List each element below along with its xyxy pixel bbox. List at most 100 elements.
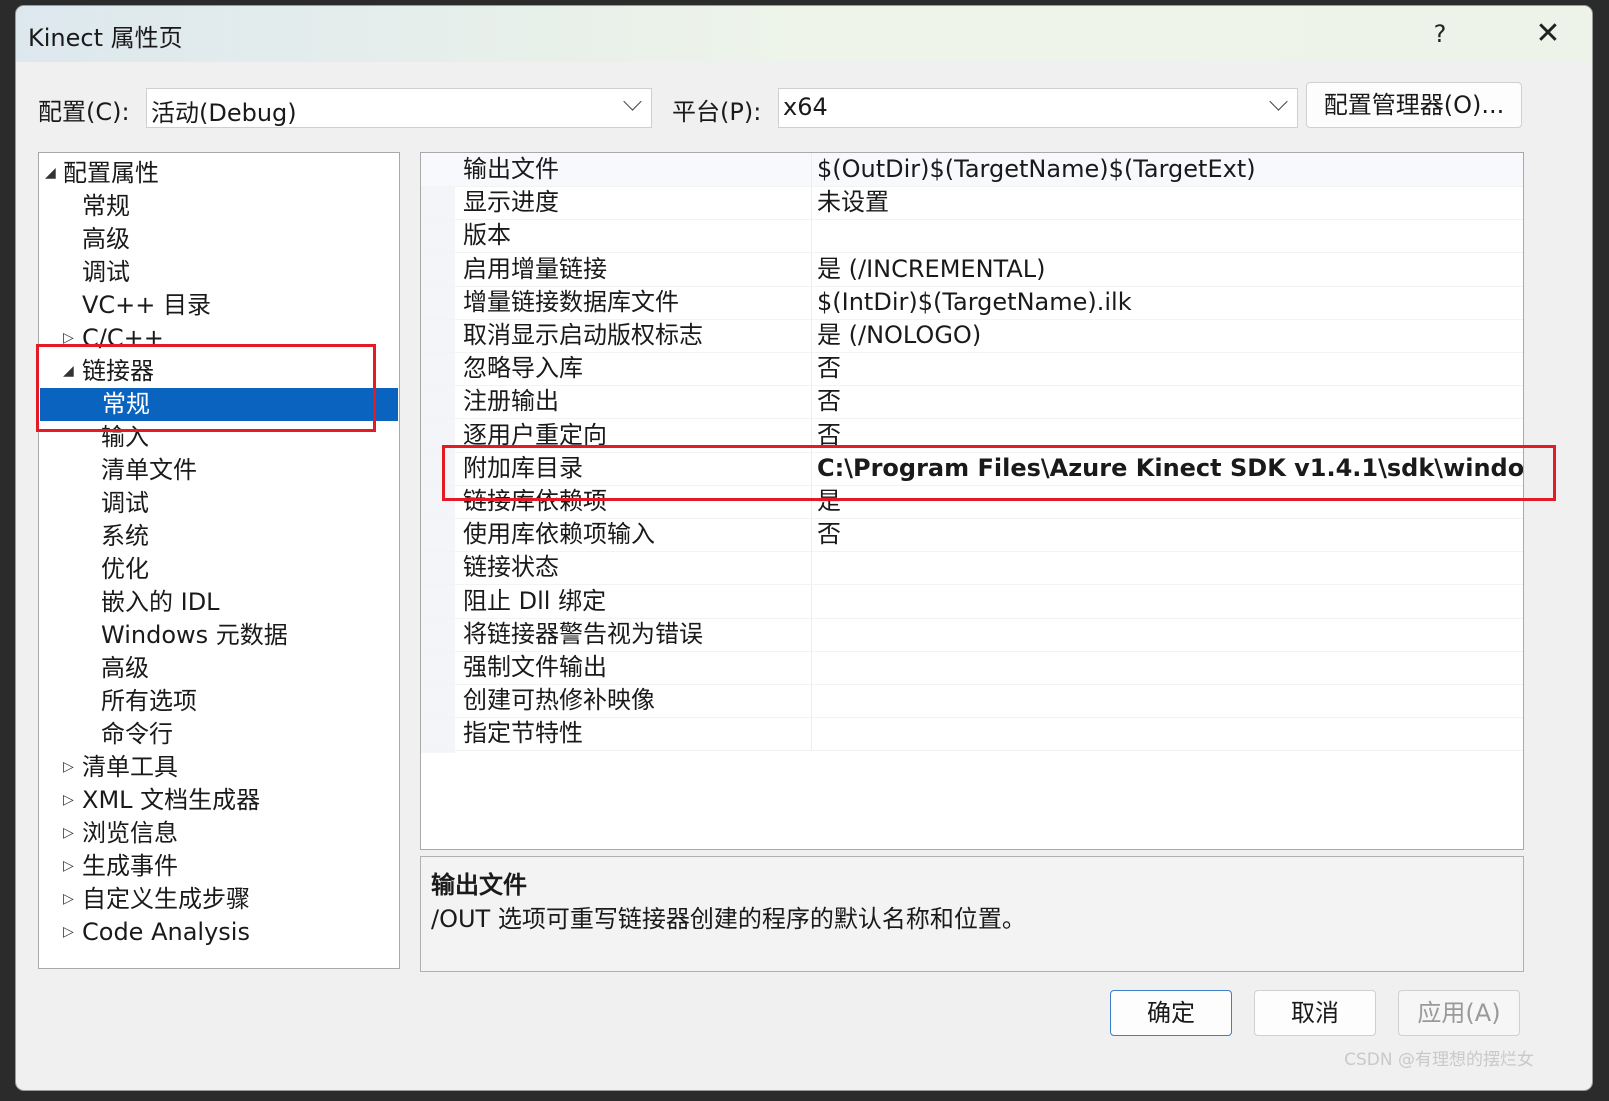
property-name: 创建可热修补映像	[463, 686, 655, 715]
tree-item-label: 高级	[82, 225, 130, 253]
property-value[interactable]: 是 (/INCREMENTAL)	[817, 253, 1045, 286]
property-value[interactable]: 未设置	[817, 186, 889, 219]
chevron-down-icon	[623, 92, 642, 111]
property-row[interactable]: 指定节特性	[421, 717, 1523, 752]
property-row[interactable]: 使用库依赖项输入 否	[421, 518, 1523, 553]
tree-item-label: 优化	[101, 555, 149, 583]
tree-item[interactable]: 常规	[39, 190, 399, 223]
tree-item[interactable]: ▷ 生成事件	[39, 850, 399, 883]
property-name: 取消显示启动版权标志	[463, 321, 703, 349]
tree-item[interactable]: 高级	[39, 223, 399, 256]
property-row[interactable]: 增量链接数据库文件 $(IntDir)$(TargetName).ilk	[421, 285, 1523, 320]
property-row[interactable]: 显示进度 未设置	[421, 186, 1523, 221]
window-title: Kinect 属性页	[28, 24, 183, 52]
property-name: 链接库依赖项	[463, 487, 607, 515]
tree-item-label: 高级	[101, 654, 149, 682]
tree-item[interactable]: 调试	[39, 487, 399, 520]
tree-item[interactable]: ◢ 链接器	[39, 355, 399, 388]
property-row[interactable]: 链接状态	[421, 551, 1523, 586]
expand-arrow-icon[interactable]: ▷	[63, 322, 79, 355]
expand-arrow-icon[interactable]: ▷	[63, 784, 79, 817]
property-value[interactable]: 否	[817, 419, 841, 452]
column-divider	[811, 651, 812, 684]
tree-item-label: Windows 元数据	[101, 621, 288, 649]
property-value[interactable]: 否	[817, 518, 841, 551]
property-row[interactable]: 创建可热修补映像	[421, 684, 1523, 719]
property-row[interactable]: 将链接器警告视为错误	[421, 617, 1523, 652]
property-value[interactable]: $(OutDir)$(TargetName)$(TargetExt)	[817, 153, 1256, 186]
property-value[interactable]: 是	[817, 485, 841, 518]
property-value[interactable]: 否	[817, 385, 841, 418]
expand-arrow-icon[interactable]: ▷	[63, 883, 79, 916]
tree-item-label: 系统	[101, 522, 149, 550]
property-row[interactable]: 取消显示启动版权标志 是 (/NOLOGO)	[421, 319, 1523, 353]
expand-arrow-icon	[63, 487, 79, 520]
tree-item[interactable]: 系统	[39, 520, 399, 553]
property-row[interactable]: 强制文件输出	[421, 651, 1523, 685]
apply-button[interactable]: 应用(A)	[1398, 990, 1520, 1036]
config-manager-button[interactable]: 配置管理器(O)...	[1306, 82, 1522, 128]
expand-arrow-icon	[64, 388, 80, 421]
tree-item-label: 嵌入的 IDL	[101, 588, 220, 616]
tree-item[interactable]: 所有选项	[39, 685, 399, 718]
tree-item-label: Code Analysis	[82, 918, 250, 946]
cancel-button[interactable]: 取消	[1254, 990, 1376, 1036]
property-row[interactable]: 忽略导入库 否	[421, 352, 1523, 387]
property-row[interactable]: 逐用户重定向 否	[421, 418, 1523, 453]
platform-dropdown[interactable]: x64	[778, 88, 1298, 128]
property-row[interactable]: 阻止 Dll 绑定	[421, 584, 1523, 619]
tree-item[interactable]: 嵌入的 IDL	[39, 586, 399, 619]
property-value[interactable]: C:\Program Files\Azure Kinect SDK v1.4.1…	[817, 452, 1523, 485]
tree-item[interactable]: ▷ 自定义生成步骤	[39, 883, 399, 916]
config-dropdown[interactable]: 活动(Debug)	[146, 88, 652, 128]
expand-arrow-icon[interactable]: ▷	[63, 850, 79, 883]
expand-arrow-icon	[63, 652, 79, 685]
ok-button[interactable]: 确定	[1110, 990, 1232, 1036]
tree-item[interactable]: 调试	[39, 256, 399, 289]
tree-item[interactable]: 常规	[40, 388, 398, 421]
property-name: 逐用户重定向	[463, 420, 607, 449]
tree-item[interactable]: ▷ Code Analysis	[39, 916, 399, 949]
property-name: 将链接器警告视为错误	[463, 619, 703, 648]
property-value[interactable]: $(IntDir)$(TargetName).ilk	[817, 286, 1132, 319]
property-name: 版本	[463, 221, 511, 250]
property-row[interactable]: 启用增量链接 是 (/INCREMENTAL)	[421, 252, 1523, 287]
property-value[interactable]: 是 (/NOLOGO)	[817, 319, 981, 352]
close-button[interactable]: ✕	[1518, 14, 1578, 54]
description-title: 输出文件	[431, 871, 527, 899]
expand-arrow-icon[interactable]: ▷	[63, 751, 79, 784]
tree-item[interactable]: 高级	[39, 652, 399, 685]
expand-arrow-icon[interactable]: ▷	[63, 817, 79, 850]
tree-item[interactable]: ▷ XML 文档生成器	[39, 784, 399, 817]
config-label: 配置(C):	[38, 98, 130, 126]
collapse-arrow-icon[interactable]: ◢	[45, 157, 61, 190]
property-row[interactable]: 版本	[421, 219, 1523, 254]
collapse-arrow-icon[interactable]: ◢	[63, 355, 79, 388]
property-row[interactable]: 链接库依赖项 是	[421, 485, 1523, 519]
property-value[interactable]: 否	[817, 352, 841, 385]
column-divider	[811, 717, 812, 751]
tree-item[interactable]: ◢ 配置属性	[39, 157, 399, 190]
description-panel: 输出文件 /OUT 选项可重写链接器创建的程序的默认名称和位置。	[420, 856, 1524, 972]
property-name: 显示进度	[463, 188, 559, 217]
property-row[interactable]: 附加库目录 C:\Program Files\Azure Kinect SDK v…	[421, 451, 1523, 486]
tree-item[interactable]: 输入	[39, 421, 399, 454]
column-divider	[811, 584, 812, 618]
property-row[interactable]: 注册输出 否	[421, 385, 1523, 420]
expand-arrow-icon	[63, 289, 79, 322]
tree-item[interactable]: 清单文件	[39, 454, 399, 487]
property-name: 附加库目录	[463, 453, 583, 482]
tree-item[interactable]: ▷ 浏览信息	[39, 817, 399, 850]
tree-item[interactable]: ▷ 清单工具	[39, 751, 399, 784]
column-divider	[811, 285, 812, 319]
expand-arrow-icon[interactable]: ▷	[63, 916, 79, 949]
property-row[interactable]: 输出文件 $(OutDir)$(TargetName)$(TargetExt)	[421, 153, 1523, 187]
tree-item[interactable]: VC++ 目录	[39, 289, 399, 322]
tree-item-label: C/C++	[82, 324, 164, 352]
help-button[interactable]: ?	[1420, 16, 1460, 52]
tree-item[interactable]: ▷ C/C++	[39, 322, 399, 355]
tree-item[interactable]: 优化	[39, 553, 399, 586]
tree-item[interactable]: Windows 元数据	[39, 619, 399, 652]
expand-arrow-icon	[63, 520, 79, 553]
tree-item[interactable]: 命令行	[39, 718, 399, 751]
